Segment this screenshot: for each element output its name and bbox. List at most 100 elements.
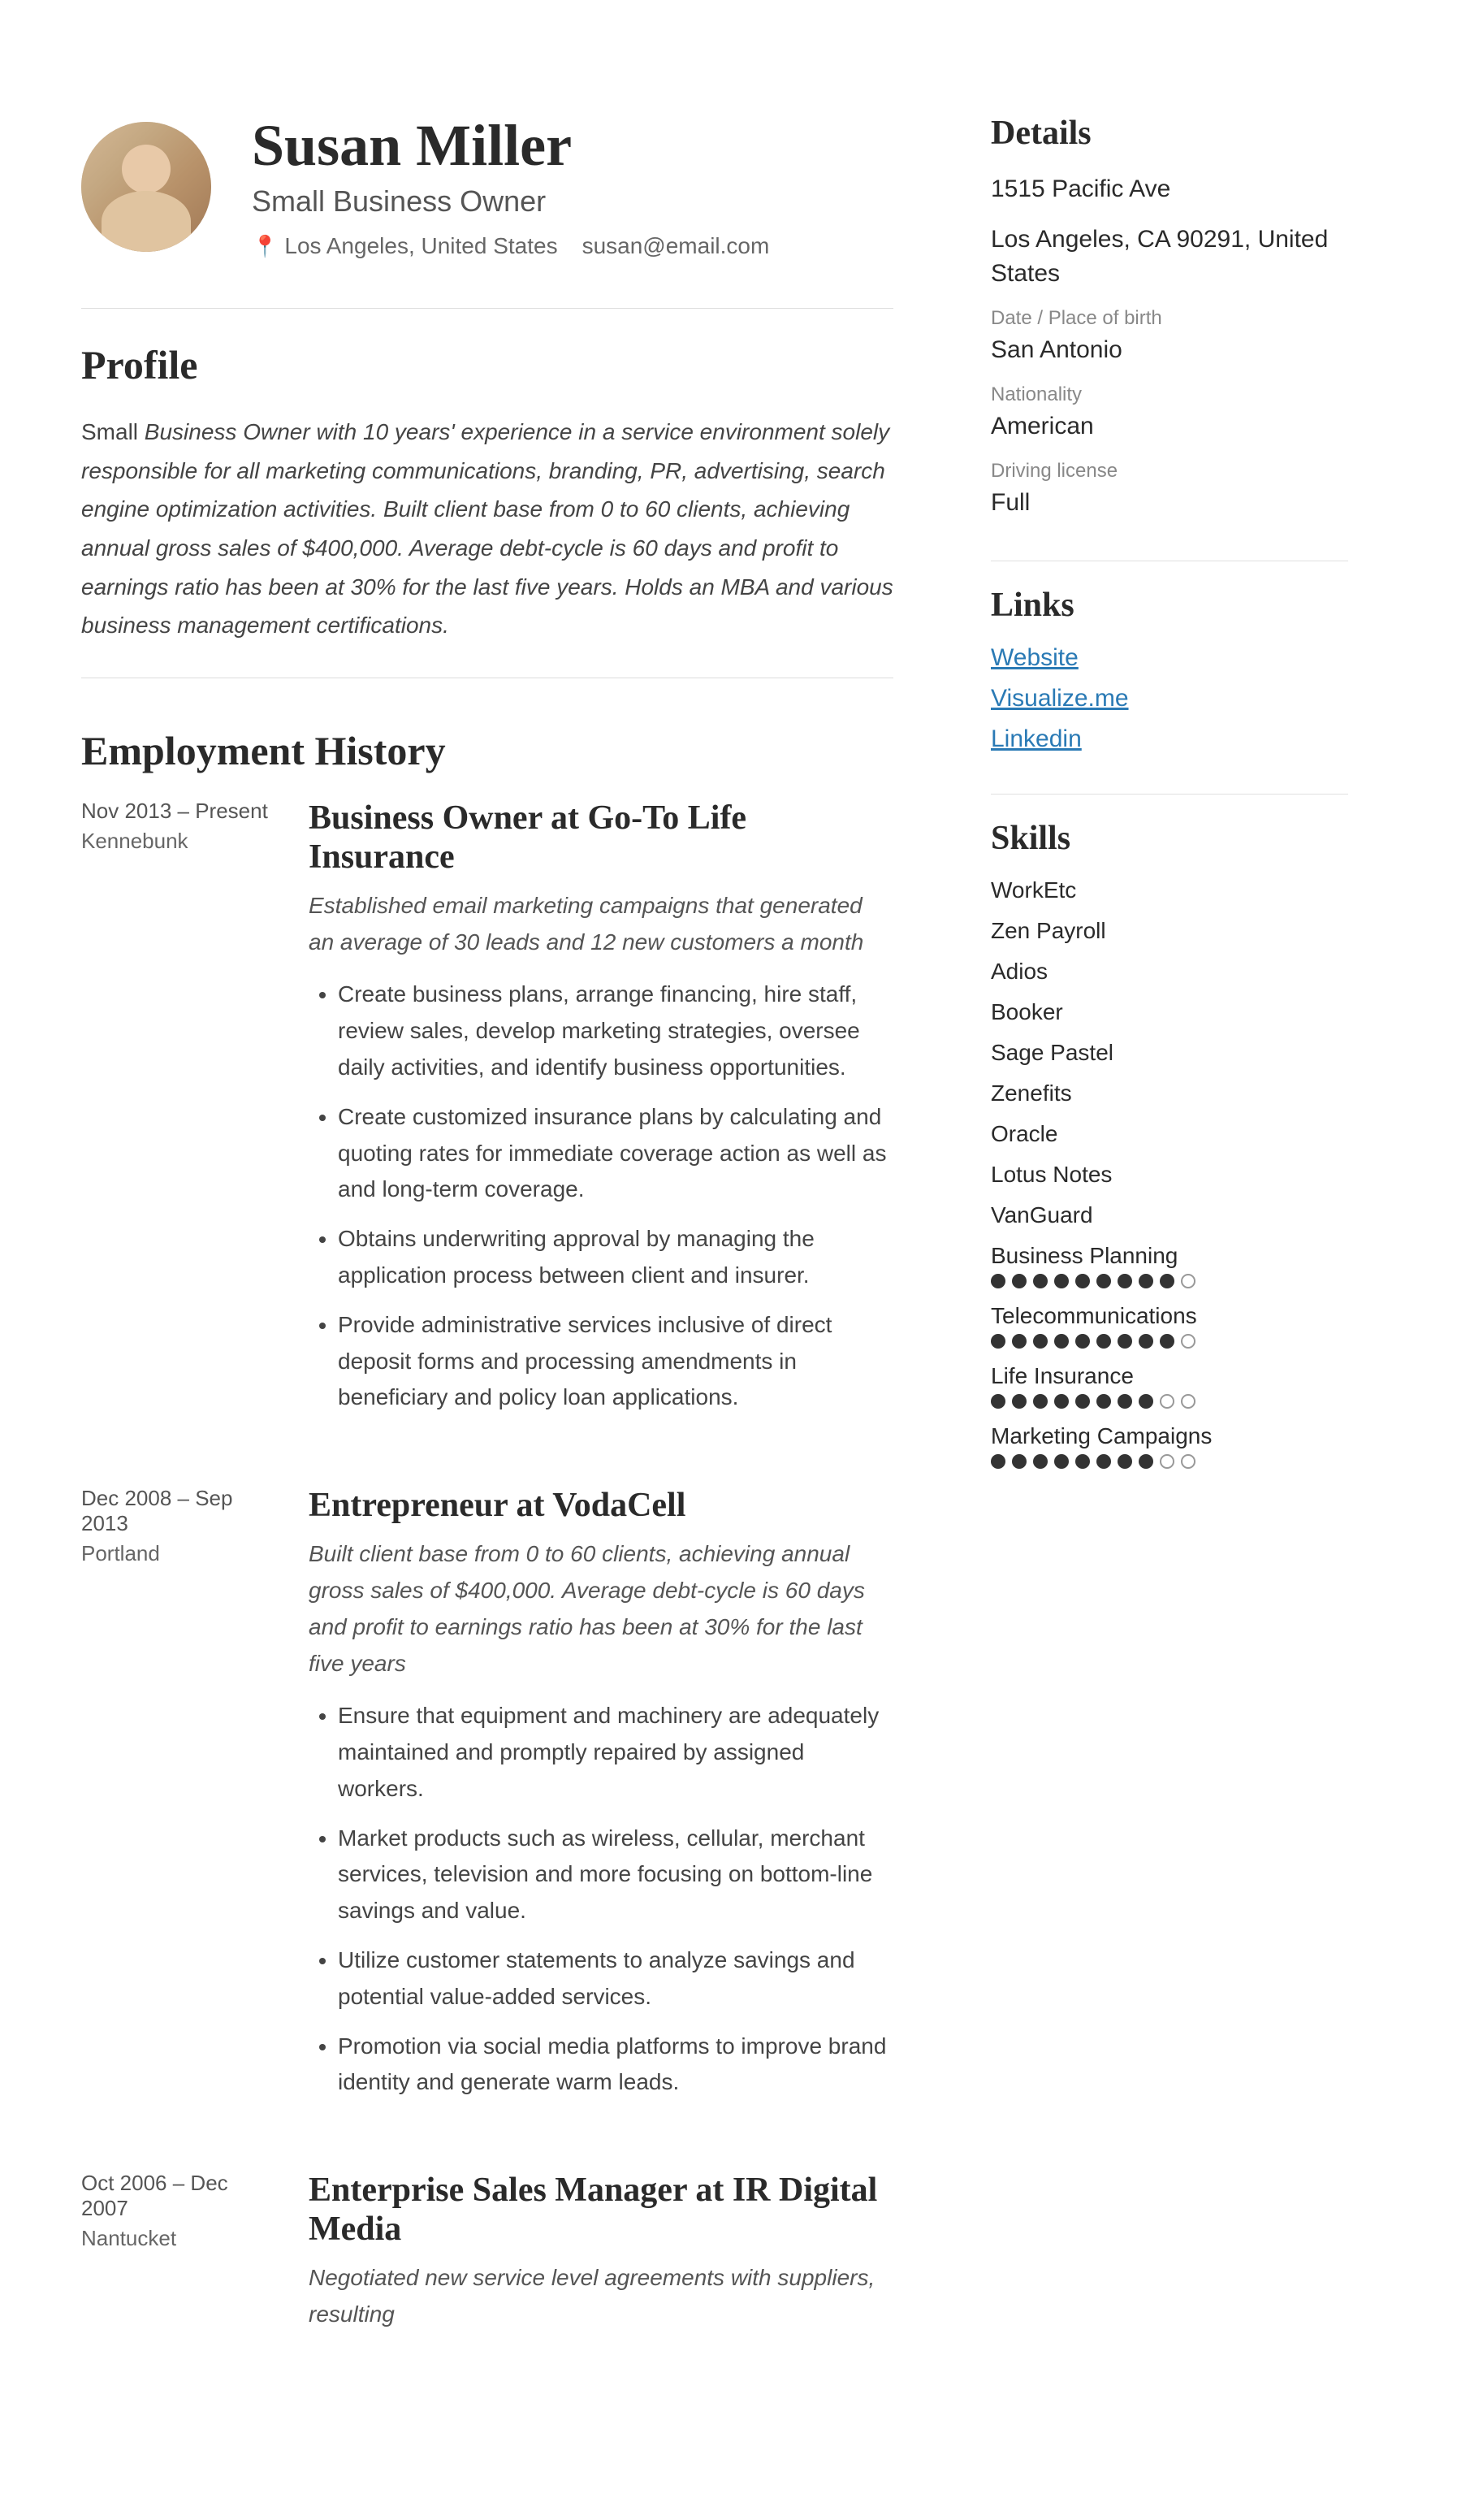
job-summary-3: Negotiated new service level agreements … <box>309 2260 893 2333</box>
links-section: Links Website Visualize.me Linkedin <box>991 586 1348 753</box>
dot <box>1096 1274 1111 1288</box>
dot <box>1075 1274 1090 1288</box>
dot <box>991 1274 1005 1288</box>
address-line1: 1515 Pacific Ave <box>991 172 1348 206</box>
employment-section: Employment History Nov 2013 – Present Ke… <box>81 727 893 2349</box>
details-section: Details 1515 Pacific Ave Los Angeles, CA… <box>991 114 1348 520</box>
skill-business-planning-dots <box>991 1274 1348 1288</box>
job-meta-3: Oct 2006 – Dec 2007 Nantucket <box>81 2171 309 2349</box>
dot-empty <box>1160 1394 1174 1409</box>
skills-divider <box>991 794 1348 795</box>
skill-booker: Booker <box>991 999 1348 1025</box>
avatar <box>81 122 211 252</box>
skill-sage: Sage Pastel <box>991 1040 1348 1066</box>
header-divider <box>81 308 893 309</box>
employment-heading: Employment History <box>81 727 893 774</box>
skill-adios: Adios <box>991 959 1348 985</box>
bullet-1-1: Create business plans, arrange financing… <box>338 976 893 1085</box>
job-dates-3: Oct 2006 – Dec 2007 <box>81 2171 276 2221</box>
dot <box>1054 1454 1069 1469</box>
resume-page: Susan Miller Small Business Owner 📍 Los … <box>0 0 1470 2520</box>
bullet-1-3: Obtains underwriting approval by managin… <box>338 1221 893 1294</box>
dot <box>1054 1274 1069 1288</box>
candidate-name: Susan Miller <box>252 114 769 178</box>
link-visualize[interactable]: Visualize.me <box>991 685 1348 712</box>
dot <box>1096 1334 1111 1349</box>
skill-oracle: Oracle <box>991 1121 1348 1147</box>
job-summary-1: Established email marketing campaigns th… <box>309 888 893 961</box>
bullet-2-4: Promotion via social media platforms to … <box>338 2029 893 2102</box>
job-bullets-2: Ensure that equipment and machinery are … <box>309 1698 893 2101</box>
skill-zenefits: Zenefits <box>991 1080 1348 1106</box>
dob-value: San Antonio <box>991 333 1348 367</box>
dot <box>1096 1394 1111 1409</box>
job-title-1: Business Owner at Go-To Life Insurance <box>309 799 893 877</box>
job-title-2: Entrepreneur at VodaCell <box>309 1486 893 1525</box>
job-location-3: Nantucket <box>81 2226 276 2251</box>
dot <box>1075 1394 1090 1409</box>
skill-business-planning-name: Business Planning <box>991 1243 1348 1269</box>
address-line2: Los Angeles, CA 90291, United States <box>991 223 1348 291</box>
job-details-2: Entrepreneur at VodaCell Built client ba… <box>309 1486 893 2114</box>
skill-zen-payroll: Zen Payroll <box>991 918 1348 944</box>
link-linkedin[interactable]: Linkedin <box>991 725 1348 753</box>
dot <box>1054 1334 1069 1349</box>
job-location-1: Kennebunk <box>81 829 276 854</box>
dot <box>1075 1454 1090 1469</box>
dot <box>1139 1334 1153 1349</box>
job-summary-2: Built client base from 0 to 60 clients, … <box>309 1536 893 1682</box>
header-info: Susan Miller Small Business Owner 📍 Los … <box>252 114 769 259</box>
dot-empty <box>1181 1454 1195 1469</box>
skills-heading: Skills <box>991 819 1348 858</box>
location-icon: 📍 <box>252 234 278 259</box>
job-location-2: Portland <box>81 1541 276 1566</box>
dot <box>1118 1274 1132 1288</box>
location-item: 📍 Los Angeles, United States <box>252 233 558 259</box>
job-details-1: Business Owner at Go-To Life Insurance E… <box>309 799 893 1429</box>
candidate-title: Small Business Owner <box>252 184 769 219</box>
dot <box>1075 1334 1090 1349</box>
skill-life-insurance-dots <box>991 1394 1348 1409</box>
skill-telecom-name: Telecommunications <box>991 1303 1348 1329</box>
dot <box>1118 1394 1132 1409</box>
header-section: Susan Miller Small Business Owner 📍 Los … <box>81 114 893 259</box>
dot-empty <box>1181 1334 1195 1349</box>
skill-vanguard: VanGuard <box>991 1202 1348 1228</box>
dot <box>1139 1454 1153 1469</box>
job-entry-3: Oct 2006 – Dec 2007 Nantucket Enterprise… <box>81 2171 893 2349</box>
dot <box>1096 1454 1111 1469</box>
dot <box>1160 1334 1174 1349</box>
dot <box>1033 1454 1048 1469</box>
dot <box>1160 1274 1174 1288</box>
nationality-label: Nationality <box>991 383 1348 406</box>
bullet-1-2: Create customized insurance plans by cal… <box>338 1099 893 1208</box>
dot <box>1012 1454 1027 1469</box>
link-website[interactable]: Website <box>991 644 1348 672</box>
dot <box>1118 1334 1132 1349</box>
driving-label: Driving license <box>991 460 1348 483</box>
contact-info: 📍 Los Angeles, United States susan@email… <box>252 233 769 259</box>
driving-value: Full <box>991 486 1348 520</box>
bullet-2-1: Ensure that equipment and machinery are … <box>338 1698 893 1807</box>
sidebar: Details 1515 Pacific Ave Los Angeles, CA… <box>958 65 1397 2455</box>
job-dates-1: Nov 2013 – Present <box>81 799 276 824</box>
job-bullets-1: Create business plans, arrange financing… <box>309 976 893 1416</box>
dot-empty <box>1181 1394 1195 1409</box>
job-meta-1: Nov 2013 – Present Kennebunk <box>81 799 309 1429</box>
dob-label: Date / Place of birth <box>991 307 1348 330</box>
skill-life-insurance-name: Life Insurance <box>991 1363 1348 1389</box>
skill-telecom-dots <box>991 1334 1348 1349</box>
skill-marketing-dots <box>991 1454 1348 1469</box>
location-text: Los Angeles, United States <box>284 233 557 259</box>
avatar-image <box>81 122 211 252</box>
dot <box>1054 1394 1069 1409</box>
dot <box>1033 1334 1048 1349</box>
profile-heading: Profile <box>81 341 893 388</box>
job-details-3: Enterprise Sales Manager at IR Digital M… <box>309 2171 893 2349</box>
job-dates-2: Dec 2008 – Sep 2013 <box>81 1486 276 1536</box>
dot <box>1033 1274 1048 1288</box>
dot <box>1118 1454 1132 1469</box>
dot <box>1139 1274 1153 1288</box>
skills-section: Skills WorkEtc Zen Payroll Adios Booker … <box>991 819 1348 1469</box>
profile-italic: Business Owner with 10 years' experience… <box>81 419 893 638</box>
